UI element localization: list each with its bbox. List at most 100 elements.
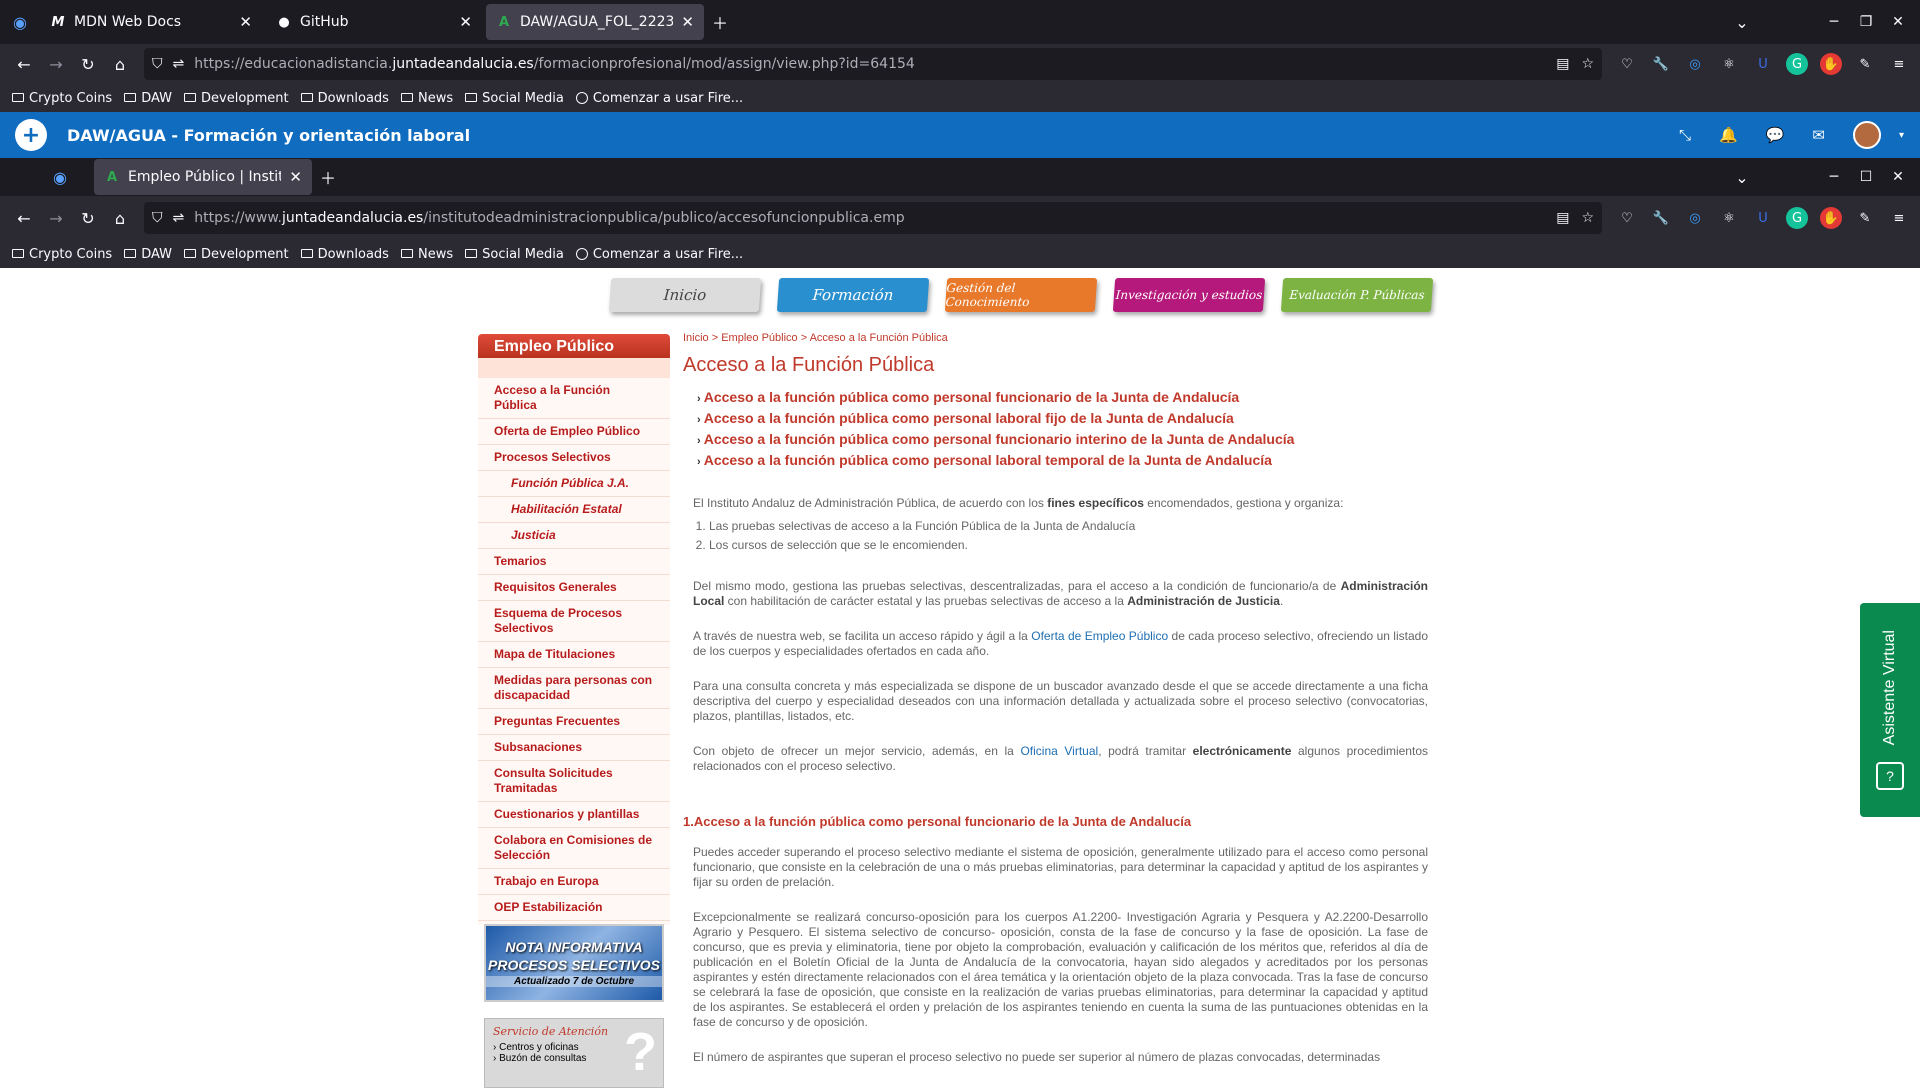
- sidebar-item[interactable]: Esquema de Procesos Selectivos: [478, 601, 670, 642]
- oferta-empleo-link[interactable]: Oferta de Empleo Público: [1031, 629, 1168, 643]
- sidebar-item[interactable]: Acceso a la Función Pública: [478, 378, 670, 419]
- color-picker-icon[interactable]: ✎: [1854, 207, 1876, 229]
- sidebar-item[interactable]: Función Pública J.A.: [478, 471, 670, 497]
- extension-target-icon[interactable]: ◎: [1684, 207, 1706, 229]
- sidebar-item[interactable]: Cuestionarios y plantillas: [478, 802, 670, 828]
- bell-icon[interactable]: 🔔: [1719, 126, 1738, 144]
- new-tab-icon[interactable]: ＋: [704, 6, 736, 38]
- minimize-icon[interactable]: ─: [1818, 169, 1850, 185]
- bookmark-star-icon[interactable]: ☆: [1581, 210, 1594, 226]
- tab-daw-agua[interactable]: A DAW/AGUA_FOL_2223: Tar ✕: [486, 4, 704, 40]
- new-tab-icon[interactable]: ＋: [312, 161, 344, 193]
- sidebar-item[interactable]: OEP Estabilización: [478, 895, 670, 921]
- link-laboral-fijo[interactable]: Acceso a la función pública como persona…: [697, 410, 1428, 426]
- outer-url-field[interactable]: ⛉ ⇌ https://educacionadistancia. juntadea…: [144, 48, 1602, 80]
- close-tab-icon[interactable]: ✕: [239, 13, 252, 31]
- close-tab-icon[interactable]: ✕: [681, 13, 694, 31]
- inner-url-field[interactable]: ⛉ ⇌ https://www. juntadeandalucia.es/inst…: [144, 202, 1602, 234]
- home-icon[interactable]: ⌂: [104, 202, 136, 234]
- reader-mode-icon[interactable]: ▤: [1556, 56, 1569, 72]
- grammarly-icon[interactable]: G: [1786, 53, 1808, 75]
- sidebar-item[interactable]: Colabora en Comisiones de Selección: [478, 828, 670, 869]
- permissions-icon[interactable]: ⇌: [173, 56, 185, 72]
- adblock-icon[interactable]: ✋: [1820, 53, 1842, 75]
- nav-inicio[interactable]: Inicio: [608, 278, 762, 312]
- moodle-drawer-icon[interactable]: +: [15, 119, 47, 151]
- pocket-icon[interactable]: ♡: [1616, 207, 1638, 229]
- home-icon[interactable]: ⌂: [104, 48, 136, 80]
- forward-icon[interactable]: →: [40, 202, 72, 234]
- extension-target-icon[interactable]: ◎: [1684, 53, 1706, 75]
- firefox-view-icon[interactable]: ◉: [4, 6, 36, 38]
- bookmark-news[interactable]: News: [400, 91, 453, 106]
- nav-investigacion[interactable]: Investigación y estudios: [1112, 278, 1266, 312]
- back-icon[interactable]: ←: [8, 202, 40, 234]
- nota-informativa-banner[interactable]: NOTA INFORMATIVA PROCESOS SELECTIVOS Act…: [484, 924, 664, 1002]
- link-funcionario[interactable]: Acceso a la función pública como persona…: [697, 389, 1428, 405]
- avatar[interactable]: [1852, 121, 1881, 149]
- forward-icon[interactable]: →: [40, 48, 72, 80]
- list-tabs-icon[interactable]: ⌄: [1726, 6, 1758, 38]
- pocket-icon[interactable]: ♡: [1616, 53, 1638, 75]
- expand-icon[interactable]: ⤡: [1679, 126, 1691, 144]
- react-devtools-icon[interactable]: ⚛: [1718, 207, 1740, 229]
- bookmark-social-media[interactable]: Social Media: [465, 247, 564, 262]
- bookmark-star-icon[interactable]: ☆: [1581, 56, 1594, 72]
- oficina-virtual-link[interactable]: Oficina Virtual: [1020, 744, 1098, 758]
- nav-formacion[interactable]: Formación: [776, 278, 930, 312]
- ublock-icon[interactable]: U: [1752, 53, 1774, 75]
- sidebar-item[interactable]: Procesos Selectivos: [478, 445, 670, 471]
- bookmark-daw[interactable]: DAW: [124, 91, 172, 106]
- servicio-atencion-banner[interactable]: Servicio de Atención › Centros y oficina…: [484, 1018, 664, 1088]
- sidebar-item[interactable]: Trabajo en Europa: [478, 869, 670, 895]
- menu-icon[interactable]: ≡: [1888, 53, 1910, 75]
- link-funcionario-interino[interactable]: Acceso a la función pública como persona…: [697, 431, 1428, 447]
- bookmark-daw[interactable]: DAW: [124, 247, 172, 262]
- bookmark-social-media[interactable]: Social Media: [465, 91, 564, 106]
- firefox-view-icon[interactable]: ◉: [44, 161, 76, 193]
- color-picker-icon[interactable]: ✎: [1854, 53, 1876, 75]
- tab-github[interactable]: ● GitHub ✕: [266, 4, 482, 40]
- sidebar-item[interactable]: Mapa de Titulaciones: [478, 642, 670, 668]
- breadcrumb[interactable]: Inicio > Empleo Público > Acceso a la Fu…: [683, 332, 1428, 344]
- close-window-icon[interactable]: ✕: [1882, 169, 1914, 185]
- bookmark-development[interactable]: Development: [184, 91, 289, 106]
- reload-icon[interactable]: ↻: [72, 202, 104, 234]
- close-tab-icon[interactable]: ✕: [289, 168, 302, 186]
- close-window-icon[interactable]: ✕: [1882, 14, 1914, 30]
- sidebar-item[interactable]: Habilitación Estatal: [478, 497, 670, 523]
- chevron-down-icon[interactable]: ▾: [1899, 130, 1904, 141]
- wrench-icon[interactable]: 🔧: [1650, 53, 1672, 75]
- course-title[interactable]: DAW/AGUA - Formación y orientación labor…: [67, 126, 470, 145]
- nav-gestion-conocimiento[interactable]: Gestión del Conocimiento: [944, 278, 1098, 312]
- sidebar-item[interactable]: Medidas para personas con discapacidad: [478, 668, 670, 709]
- sidebar-item[interactable]: Consulta Solicitudes Tramitadas: [478, 761, 670, 802]
- restore-icon[interactable]: ❐: [1850, 14, 1882, 30]
- nav-evaluacion[interactable]: Evaluación P. Públicas: [1280, 278, 1434, 312]
- tab-mdn[interactable]: M MDN Web Docs ✕: [40, 4, 262, 40]
- close-tab-icon[interactable]: ✕: [459, 13, 472, 31]
- bookmark-news[interactable]: News: [400, 247, 453, 262]
- shield-icon[interactable]: ⛉: [152, 210, 163, 226]
- bookmark-getting-started[interactable]: Comenzar a usar Fire...: [575, 247, 743, 262]
- minimize-icon[interactable]: ─: [1818, 14, 1850, 30]
- shield-icon[interactable]: ⛉: [152, 56, 163, 72]
- bookmark-getting-started[interactable]: Comenzar a usar Fire...: [575, 91, 743, 106]
- bookmark-crypto-coins[interactable]: Crypto Coins: [12, 247, 112, 262]
- sidebar-item[interactable]: Temarios: [478, 549, 670, 575]
- tab-empleo-publico[interactable]: A Empleo Público | Instituto ✕: [94, 159, 312, 195]
- bookmark-downloads[interactable]: Downloads: [300, 247, 389, 262]
- sidebar-item[interactable]: Justicia: [478, 523, 670, 549]
- virtual-assistant-tab[interactable]: Asistente Virtual ?: [1860, 603, 1920, 817]
- bookmark-crypto-coins[interactable]: Crypto Coins: [12, 91, 112, 106]
- ublock-icon[interactable]: U: [1752, 207, 1774, 229]
- sidebar-item[interactable]: Oferta de Empleo Público: [478, 419, 670, 445]
- chat-icon[interactable]: 💬: [1766, 126, 1785, 144]
- maximize-icon[interactable]: ☐: [1850, 169, 1882, 185]
- sidebar-item[interactable]: Requisitos Generales: [478, 575, 670, 601]
- link-laboral-temporal[interactable]: Acceso a la función pública como persona…: [697, 452, 1428, 468]
- wrench-icon[interactable]: 🔧: [1650, 207, 1672, 229]
- list-tabs-icon[interactable]: ⌄: [1726, 161, 1758, 193]
- react-devtools-icon[interactable]: ⚛: [1718, 53, 1740, 75]
- sidebar-item[interactable]: Subsanaciones: [478, 735, 670, 761]
